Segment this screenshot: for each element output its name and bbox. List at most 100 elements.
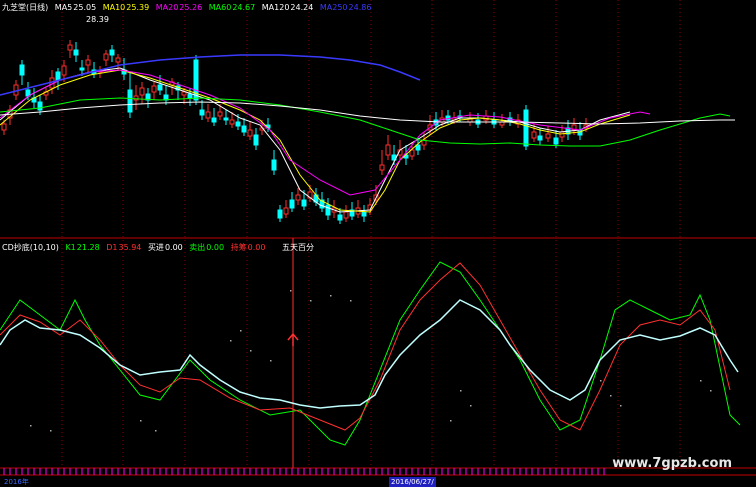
candle-body (247, 129, 253, 137)
ma60-value: 24.67 (232, 3, 256, 12)
candle-body (537, 135, 543, 141)
hold-label: 持筹 (230, 243, 247, 252)
moving-average-lines (0, 54, 735, 213)
indicator-dot (140, 420, 142, 422)
candle-body (271, 159, 277, 171)
indicator-dot (155, 430, 157, 432)
k1-value: 21.28 (76, 243, 100, 252)
buy-label: 买进 (147, 243, 164, 252)
candle-body (295, 194, 301, 201)
candle-body (337, 214, 343, 221)
indicator-dot (330, 295, 332, 297)
candle-body (379, 164, 385, 171)
indicator-dot (230, 340, 232, 342)
indicator-dot (600, 380, 602, 382)
date-cursor-label[interactable]: 2016/06/27/ (389, 477, 436, 487)
ma10-value: 25.39 (126, 3, 150, 12)
candle-body (85, 59, 91, 66)
candle-body (205, 111, 211, 119)
candle-body (139, 87, 145, 96)
candle-body (37, 101, 43, 111)
ma20-label: MA20 (155, 3, 179, 12)
sell-value: 0.00 (206, 243, 225, 252)
indicator-dot (240, 330, 242, 332)
hold-value: 0.00 (247, 243, 266, 252)
ma250-label: MA250 (319, 3, 348, 12)
time-axis (3, 468, 605, 475)
candle-body (151, 85, 157, 93)
d1-line (0, 262, 731, 431)
candle-body (229, 119, 235, 125)
candle-body (241, 125, 247, 133)
candle-body (133, 95, 139, 101)
candle-body (523, 109, 529, 147)
five-day-percent-label: 五天百分 (282, 243, 315, 252)
high-price-label: 28.39 (86, 15, 113, 25)
candle-body (531, 131, 537, 139)
indicator-dot (710, 390, 712, 392)
indicator-dot (310, 300, 312, 302)
indicator-dot (610, 395, 612, 397)
ma10-line (0, 69, 631, 213)
stock-name: 九芝堂(日线) (2, 3, 49, 12)
candle-body (223, 117, 229, 121)
candle-body (103, 53, 109, 61)
indicator-name: CD抄底(10,10) (2, 243, 59, 252)
date-label-start: 2016年 (4, 478, 29, 486)
ma5-value: 25.05 (73, 3, 97, 12)
candle-body (127, 89, 133, 113)
watermark: www.7gpzb.com (612, 456, 732, 471)
candle-body (553, 137, 559, 145)
d1-value: 35.94 (118, 243, 142, 252)
high-price-value: 28.39 (86, 15, 109, 24)
candle-body (343, 211, 349, 219)
candle-body (61, 65, 67, 76)
indicator-lines (0, 261, 741, 446)
candle-body (361, 211, 367, 217)
candle-body (301, 199, 307, 207)
indicator-dot (700, 380, 702, 382)
candle-body (235, 121, 241, 127)
candle-body (217, 111, 223, 117)
candle-body (79, 67, 85, 71)
candle-body (559, 131, 565, 138)
indicator-dot (50, 430, 52, 432)
candle-body (253, 134, 259, 146)
ma120-value: 24.24 (290, 3, 314, 12)
sell-label: 卖出 (189, 243, 206, 252)
ma20-value: 25.26 (179, 3, 203, 12)
ma5-line (0, 67, 631, 213)
indicator-dot (470, 405, 472, 407)
candle-body (211, 117, 217, 123)
ma5-label: MA5 (54, 3, 73, 12)
candle-body (115, 57, 121, 63)
indicator-dot (350, 300, 352, 302)
candle-body (415, 144, 421, 151)
candle-body (545, 133, 551, 139)
buy-value: 0.00 (164, 243, 183, 252)
ma10-label: MA10 (102, 3, 126, 12)
candlestick-series[interactable] (1, 40, 589, 224)
candle-body (67, 44, 73, 51)
d1-label: D1 (106, 243, 118, 252)
ma60-label: MA60 (208, 3, 232, 12)
ma120-label: MA120 (261, 3, 290, 12)
candle-body (199, 109, 205, 116)
candle-body (289, 199, 295, 209)
candle-body (157, 84, 163, 91)
indicator-dot (30, 425, 32, 427)
ma250-value: 24.86 (348, 3, 372, 12)
candle-body (277, 209, 283, 219)
candle-body (73, 49, 79, 56)
candle-body (325, 204, 331, 216)
candle-body (187, 93, 193, 99)
indicator-dot (620, 405, 622, 407)
candle-body (181, 91, 187, 96)
crosshair-arrow-icon (287, 332, 299, 346)
indicator-dot (450, 420, 452, 422)
indicator-dot (290, 290, 292, 292)
main-panel-indicator-bar: 九芝堂(日线) MA525.05 MA1025.39 MA2025.26 MA6… (2, 3, 375, 13)
indicator-dot (460, 390, 462, 392)
k1-label: K1 (65, 243, 76, 252)
ma60-line (0, 97, 731, 147)
